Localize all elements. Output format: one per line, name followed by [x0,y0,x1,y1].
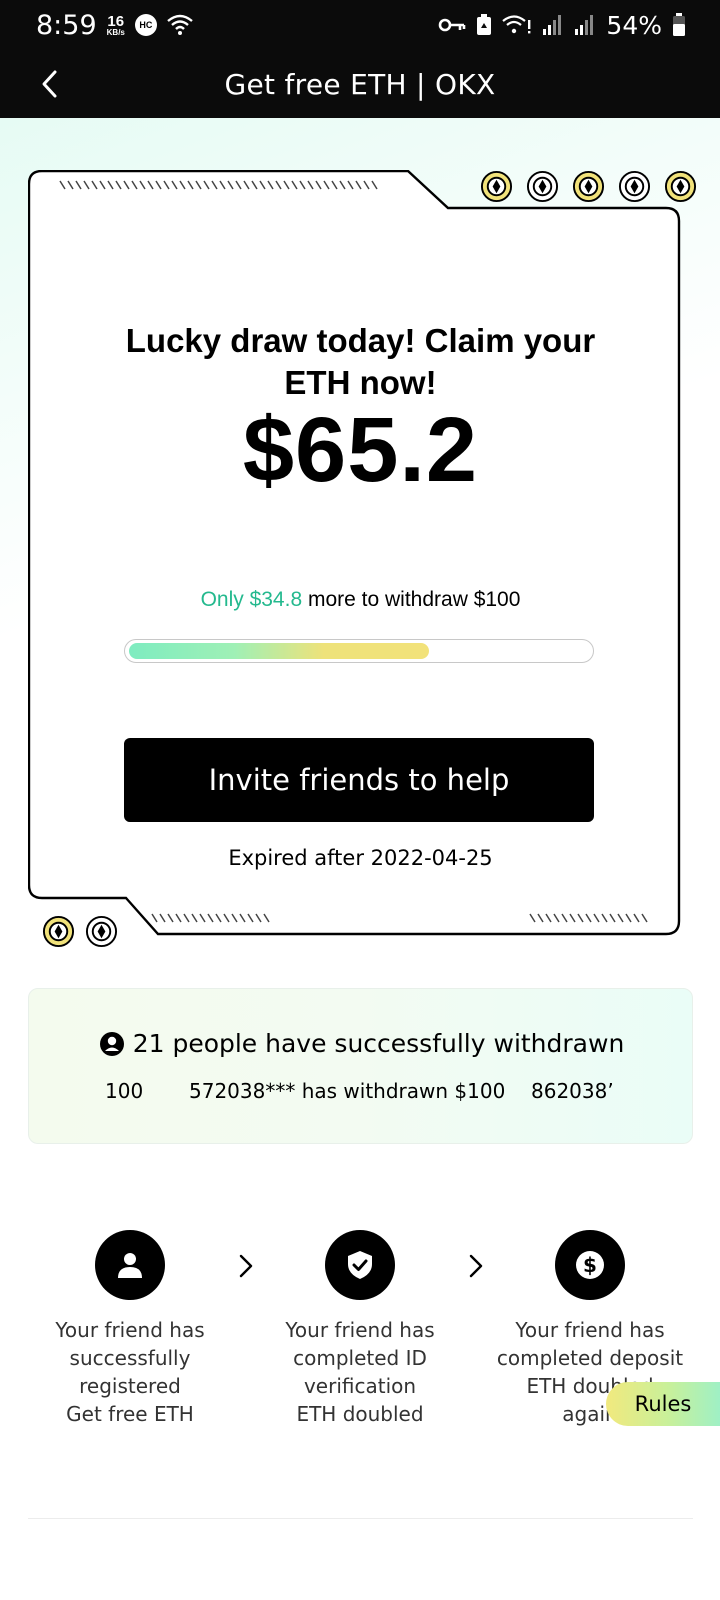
step-text-line: verification [303,1374,417,1398]
eth-coin-icon [85,915,118,948]
app-header: Get free ETH | OKX [0,50,720,118]
svg-text:$: $ [583,1253,597,1277]
network-speed: 16 KB/s [107,14,125,37]
status-bar-right: 54% [438,11,686,40]
back-button[interactable] [30,64,70,104]
user-circle-icon [99,1031,124,1056]
coins-decoration-top [480,170,697,203]
status-bar: 8:59 16 KB/s HC 54% [0,0,720,50]
battery-icon [673,13,685,36]
step-text-line: completed ID [293,1346,427,1370]
chevron-right-icon [469,1254,483,1278]
ticker-item: 100 [105,1079,144,1103]
step-text-line: Your friend has [515,1318,665,1342]
eth-coin-icon [526,170,559,203]
cell-signal-2-icon [575,15,594,35]
eth-coin-icon [618,170,651,203]
chevron-right-icon [239,1254,253,1278]
withdraw-title: 21 people have successfully withdrawn [132,1029,625,1058]
coins-decoration-bottom [42,915,118,948]
eth-coin-icon [42,915,75,948]
expiry-text: Expired after 2022-04-25 [228,846,493,870]
rules-button[interactable]: Rules [606,1382,720,1426]
progress-text: Only $34.8 more to withdraw $100 [28,588,693,612]
shield-check-icon [348,1251,372,1279]
withdraw-title-row: 21 people have successfully withdrawn [29,1029,692,1058]
wifi-signal-icon [502,15,531,34]
progress-suffix: more to withdraw $100 [302,588,521,611]
hc-badge-icon: HC [134,14,157,36]
divider [28,1518,693,1519]
step-registered: Your friend has successfully registered … [30,1230,230,1428]
invite-friends-button[interactable]: Invite friends to help [124,738,594,822]
step-id-verified: Your friend has completed ID verificatio… [260,1230,460,1428]
chevron-left-icon [42,70,57,98]
status-time: 8:59 [36,9,97,41]
progress-prefix: Only [200,588,250,611]
withdraw-ticker-panel: 21 people have successfully withdrawn 10… [28,988,693,1144]
step-icon-circle [325,1230,395,1300]
step-text-line: registered [79,1374,181,1398]
progress-bar [124,639,594,663]
lucky-draw-card: Lucky draw today! Claim your ETH now! $6… [28,170,697,955]
step-text: Your friend has completed ID verificatio… [260,1316,460,1428]
eth-coin-icon [572,170,605,203]
vpn-key-icon [439,18,466,32]
step-icon-circle: $ [555,1230,625,1300]
reward-amount: $65.2 [242,399,479,501]
step-text-line: Your friend has [55,1318,205,1342]
step-text-line: completed deposit [496,1346,684,1370]
page-title: Get free ETH | OKX [224,67,496,101]
card-headline: Lucky draw today! Claim your ETH now! [125,322,596,401]
step-text-line: Your friend has [285,1318,435,1342]
step-text-line: ETH doubled [296,1402,424,1426]
person-icon [118,1253,142,1278]
step-text: Your friend has successfully registered … [30,1316,230,1428]
step-text-line: successfully [69,1346,191,1370]
ticker-item: 572038*** has withdrawn $100 [189,1079,506,1103]
ticker-item: 862038’ [531,1079,614,1103]
cell-signal-icon [543,15,562,35]
status-bar-left: 8:59 16 KB/s HC [36,10,193,41]
progress-remaining-amount: $34.8 [249,588,303,611]
network-speed-unit: KB/s [106,27,125,37]
card-frame [28,170,681,936]
eth-coin-icon [480,170,513,203]
eth-coin-icon [664,170,697,203]
wifi-icon [167,14,193,35]
withdraw-ticker: 100 572038*** has withdrawn $100 862038’ [105,1079,635,1109]
step-icon-circle [95,1230,165,1300]
battery-saver-icon [477,14,492,35]
network-speed-value: 16 [107,12,125,30]
battery-percent: 54% [606,10,662,40]
dollar-coin-icon: $ [576,1251,604,1279]
step-text-line: Get free ETH [66,1402,194,1426]
progress-bar-fill [129,643,429,659]
